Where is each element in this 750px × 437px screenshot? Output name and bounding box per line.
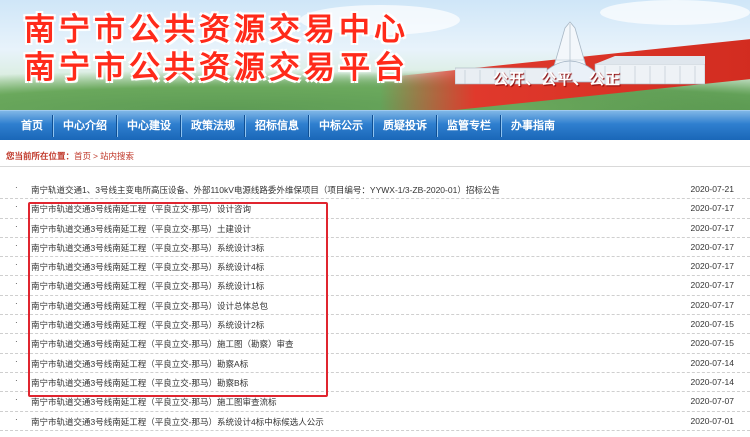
breadcrumb-separator: > (93, 151, 98, 161)
nav-item-complaints[interactable]: 质疑投诉 (374, 111, 436, 141)
list-item-date: 2020-07-17 (690, 280, 734, 291)
list-item-title-link[interactable]: 南宁市轨道交通3号线南延工程（平良立交-那马）系统设计4标中标候选人公示 (31, 416, 324, 428)
bullet-icon: · (15, 279, 18, 289)
bullet-icon: · (15, 202, 18, 212)
list-item: · 南宁轨道交通1、3号线主变电所高压设备、外部110kV电源线路委外维保项目（… (0, 180, 750, 200)
slogan-text: 公开、公平、公正 (493, 70, 622, 88)
list-item: · 南宁市轨道交通3号线南延工程（平良立交-那马）设计总体总包 2020-07-… (0, 296, 750, 316)
main-nav: 首页 中心介绍 中心建设 政策法规 招标信息 中标公示 质疑投诉 监管专栏 办事… (0, 110, 750, 140)
breadcrumb-label: 您当前所在位置： (6, 151, 75, 161)
list-item-title-link[interactable]: 南宁市轨道交通3号线南延工程（平良立交-那马）系统设计2标 (31, 319, 264, 331)
list-item-date: 2020-07-17 (690, 203, 734, 214)
search-result-list: · 南宁轨道交通1、3号线主变电所高压设备、外部110kV电源线路委外维保项目（… (0, 180, 750, 431)
bullet-icon: · (15, 414, 18, 424)
breadcrumb-divider (0, 166, 750, 167)
breadcrumb-home-link[interactable]: 首页 (74, 150, 91, 162)
list-item: · 南宁市轨道交通3号线南延工程（平良立交-那马）系统设计4标中标候选人公示 2… (0, 412, 750, 431)
list-item: · 南宁市轨道交通3号线南延工程（平良立交-那马）系统设计2标 2020-07-… (0, 315, 750, 335)
list-item-title-link[interactable]: 南宁市轨道交通3号线南延工程（平良立交-那马）施工图（勘察）审查 (31, 338, 294, 350)
list-item-date: 2020-07-17 (690, 299, 734, 310)
list-item-date: 2020-07-17 (690, 241, 734, 252)
list-item-date: 2020-07-17 (690, 261, 734, 272)
bullet-icon: · (15, 260, 18, 270)
list-item-date: 2020-07-01 (690, 415, 734, 426)
list-item: · 南宁市轨道交通3号线南延工程（平良立交-那马）施工图审查流标 2020-07… (0, 392, 750, 412)
list-item-title-link[interactable]: 南宁市轨道交通3号线南延工程（平良立交-那马）勘察B标 (31, 377, 248, 389)
bullet-icon: · (15, 318, 18, 328)
site-title-line2: 南宁市公共资源交易平台 (24, 50, 409, 86)
list-item: · 南宁市轨道交通3号线南延工程（平良立交-那马）系统设计1标 2020-07-… (0, 276, 750, 296)
list-item: · 南宁市轨道交通3号线南延工程（平良立交-那马）设计咨询 2020-07-17 (0, 199, 750, 219)
bullet-icon: · (15, 395, 18, 405)
list-item-date: 2020-07-14 (690, 376, 734, 387)
list-item: · 南宁市轨道交通3号线南延工程（平良立交-那马）土建设计 2020-07-17 (0, 219, 750, 238)
list-item: · 南宁市轨道交通3号线南延工程（平良立交-那马）系统设计3标 2020-07-… (0, 238, 750, 258)
list-item-title-link[interactable]: 南宁市轨道交通3号线南延工程（平良立交-那马）勘察A标 (31, 358, 248, 370)
list-item-title-link[interactable]: 南宁轨道交通1、3号线主变电所高压设备、外部110kV电源线路委外维保项目（项目… (31, 184, 500, 196)
nav-item-about[interactable]: 中心介绍 (54, 111, 116, 141)
list-item: · 南宁市轨道交通3号线南延工程（平良立交-那马）系统设计4标 2020-07-… (0, 257, 750, 277)
list-item: · 南宁市轨道交通3号线南延工程（平良立交-那马）施工图（勘察）审查 2020-… (0, 334, 750, 354)
nav-item-supervision[interactable]: 监管专栏 (438, 111, 500, 141)
breadcrumb: 您当前所在位置： 首页 > 站内搜索 (6, 149, 134, 163)
nav-item-tender-info[interactable]: 招标信息 (246, 111, 308, 141)
bullet-icon: · (15, 337, 18, 347)
list-item-title-link[interactable]: 南宁市轨道交通3号线南延工程（平良立交-那马）系统设计4标 (31, 261, 264, 273)
list-item-date: 2020-07-07 (690, 396, 734, 407)
bullet-icon: · (15, 375, 18, 385)
nav-item-guide[interactable]: 办事指南 (502, 111, 564, 141)
list-item-title-link[interactable]: 南宁市轨道交通3号线南延工程（平良立交-那马）施工图审查流标 (31, 396, 277, 408)
nav-item-home[interactable]: 首页 (12, 111, 52, 141)
bullet-icon: · (15, 298, 18, 308)
nav-item-policy[interactable]: 政策法规 (182, 111, 244, 141)
bullet-icon: · (15, 240, 18, 250)
list-item: · 南宁市轨道交通3号线南延工程（平良立交-那马）勘察A标 2020-07-14 (0, 354, 750, 373)
list-item: · 南宁市轨道交通3号线南延工程（平良立交-那马）勘察B标 2020-07-14 (0, 373, 750, 393)
nav-item-award-notice[interactable]: 中标公示 (310, 111, 372, 141)
nav-item-construction[interactable]: 中心建设 (118, 111, 180, 141)
list-item-title-link[interactable]: 南宁市轨道交通3号线南延工程（平良立交-那马）设计咨询 (31, 203, 251, 215)
breadcrumb-current: 站内搜索 (100, 151, 135, 161)
bullet-icon: · (15, 356, 18, 366)
bullet-icon: · (15, 183, 18, 192)
list-item-date: 2020-07-15 (690, 338, 734, 349)
list-item-title-link[interactable]: 南宁市轨道交通3号线南延工程（平良立交-那马）土建设计 (31, 223, 251, 235)
list-item-title-link[interactable]: 南宁市轨道交通3号线南延工程（平良立交-那马）系统设计1标 (31, 280, 264, 292)
header-banner: 南宁市公共资源交易中心 南宁市公共资源交易平台 公开、公平、公正 (0, 0, 750, 110)
list-item-title-link[interactable]: 南宁市轨道交通3号线南延工程（平良立交-那马）设计总体总包 (31, 300, 268, 312)
list-item-date: 2020-07-14 (690, 357, 734, 368)
list-item-date: 2020-07-15 (690, 319, 734, 330)
bullet-icon: · (15, 221, 18, 231)
list-item-date: 2020-07-21 (690, 184, 734, 194)
list-item-title-link[interactable]: 南宁市轨道交通3号线南延工程（平良立交-那马）系统设计3标 (31, 242, 264, 254)
list-item-date: 2020-07-17 (690, 222, 734, 233)
